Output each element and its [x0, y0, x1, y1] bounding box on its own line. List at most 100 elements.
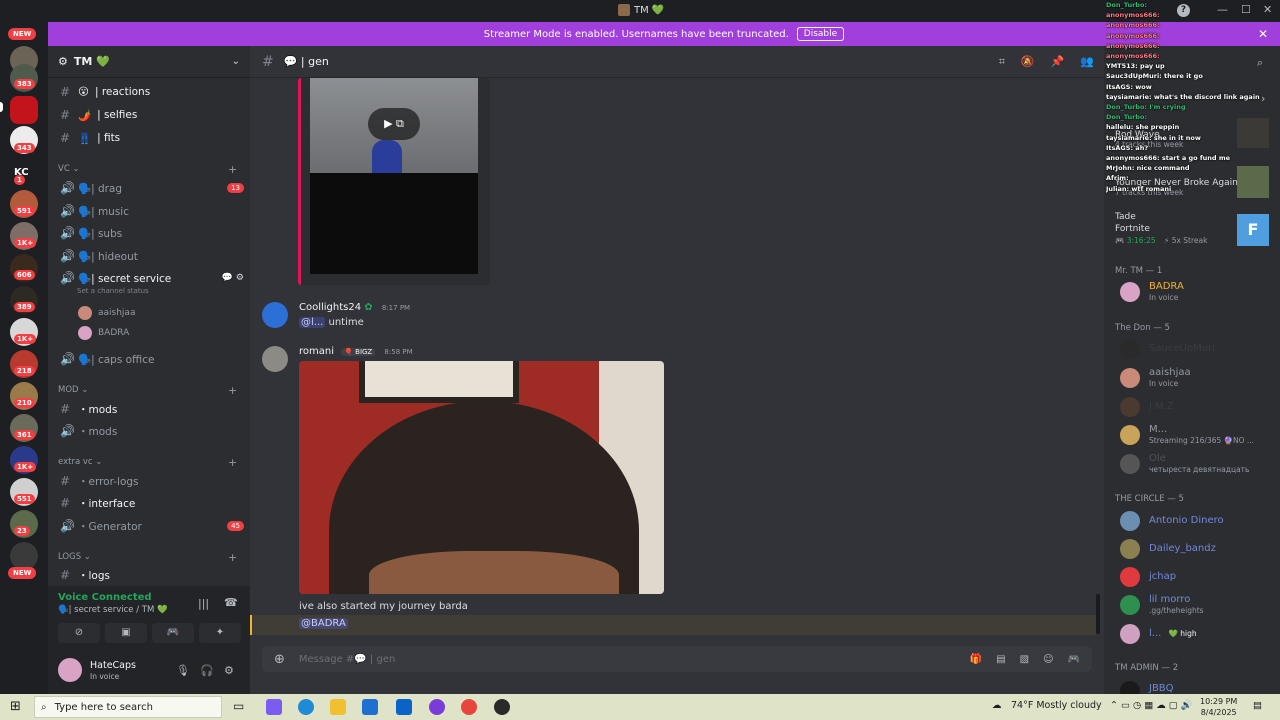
settings-gear-icon[interactable]: ⚙ — [224, 664, 234, 677]
play-icon[interactable]: ▶ ⧉ — [368, 108, 420, 140]
avatar[interactable] — [58, 658, 82, 682]
member-item[interactable]: lil morro .gg/theheights — [1120, 592, 1278, 618]
image-attachment[interactable] — [299, 361, 664, 594]
category-logs[interactable]: LOGS ⌄ + — [58, 551, 237, 564]
task-view-icon[interactable]: ▭ — [233, 699, 244, 713]
threads-icon[interactable]: ⌗ — [999, 55, 1005, 69]
member-item[interactable]: Dailey_bandz — [1120, 536, 1278, 562]
mention[interactable]: @BADRA — [299, 618, 348, 629]
copilot-icon[interactable] — [266, 699, 282, 715]
member-item[interactable]: SauceUpMuri — [1120, 336, 1278, 362]
maximize-button[interactable]: ☐ — [1241, 3, 1251, 16]
chevron-right-icon[interactable]: › — [1261, 92, 1265, 105]
gift-icon[interactable]: 🎁 — [970, 654, 982, 665]
help-icon[interactable]: ? — [1177, 4, 1190, 17]
voice-channel-drag[interactable]: 🔊 🗣️| drag 13 — [54, 178, 244, 198]
voice-status-title[interactable]: Voice Connected — [58, 592, 152, 603]
category-vc[interactable]: VC ⌄ + — [58, 163, 237, 176]
category-mod[interactable]: MOD ⌄ + — [58, 384, 237, 397]
store-icon[interactable] — [362, 699, 378, 715]
voice-channel-caps-office[interactable]: 🔊 🗣️| caps office — [54, 349, 244, 369]
members-icon[interactable]: 👥 — [1080, 55, 1094, 69]
channel-fits[interactable]: # 👖 | fits — [54, 128, 244, 148]
emoji-icon[interactable]: ☺ — [1043, 654, 1053, 665]
server-header[interactable]: ⚙ TM 💚 ⌄ — [48, 46, 250, 78]
close-window-button[interactable]: ✕ — [1263, 3, 1272, 16]
disable-button[interactable]: Disable — [796, 27, 845, 41]
windows-start-icon[interactable]: ⊞ — [10, 699, 21, 714]
soundboard-button[interactable]: ✦ — [199, 623, 241, 643]
apps-icon[interactable]: 🎮 — [1068, 654, 1080, 665]
app-icon[interactable] — [429, 699, 445, 715]
member-item[interactable]: jchap — [1120, 564, 1278, 590]
noise-suppression-icon[interactable]: ||| — [198, 597, 209, 610]
voice-channel-hideout[interactable]: 🔊 🗣️| hideout — [54, 246, 244, 266]
voice-channel-music[interactable]: 🔊 🗣️| music — [54, 201, 244, 221]
avatar[interactable] — [262, 346, 288, 372]
voice-user[interactable]: aaishjaa — [78, 306, 135, 320]
microphone-icon[interactable]: 🎙 — [176, 664, 190, 677]
channel-actions-icon[interactable]: 💬 ⚙ — [222, 273, 244, 283]
edge-icon[interactable] — [298, 699, 314, 715]
weather-icon[interactable]: ☁ — [992, 700, 1002, 711]
screen-share-button[interactable]: ▣ — [105, 623, 147, 643]
add-channel-icon[interactable]: + — [228, 551, 237, 564]
headphones-icon[interactable]: 🎧 — [200, 664, 214, 677]
video-thumbnail[interactable]: ▶ ⧉ — [310, 78, 478, 274]
channel-logs[interactable]: # ・logs — [54, 565, 244, 585]
member-item[interactable]: Ole четыреста девятнадцать — [1120, 451, 1278, 477]
member-item[interactable]: BADRA In voice — [1120, 279, 1278, 305]
notification-icon[interactable]: ▤ — [1253, 700, 1262, 711]
clock[interactable]: 10:29 PM 8/4/2025 — [1200, 696, 1237, 718]
channel-interface[interactable]: # ・interface — [54, 493, 244, 513]
server-icon[interactable] — [10, 96, 38, 124]
member-item[interactable]: l... 💚 high — [1120, 621, 1278, 647]
voice-status-subtitle[interactable]: 🗣️| secret service / TM 💚 — [58, 605, 168, 615]
username[interactable]: HateCaps — [90, 660, 136, 671]
search-icon[interactable]: ⌕ — [1257, 56, 1263, 70]
minimize-button[interactable]: — — [1217, 3, 1228, 16]
message-input[interactable]: ⊕ Message #💬 | gen 🎁 ▤ ▧ ☺ 🎮 — [262, 646, 1092, 672]
chrome-icon[interactable] — [461, 699, 477, 715]
gif-icon[interactable]: ▤ — [996, 654, 1005, 665]
voice-user[interactable]: BADRA — [78, 326, 129, 340]
avatar[interactable] — [262, 302, 288, 328]
mute-icon[interactable]: 🔕 — [1021, 55, 1035, 69]
discord-app-icon[interactable] — [494, 699, 510, 715]
channel-mods[interactable]: # ・mods — [54, 399, 244, 419]
member-item[interactable]: M... Streaming 216/365 🔮NO ... — [1120, 422, 1278, 448]
system-tray-icons[interactable]: ⌃ ▭ ◷ ▦ ☁ ▢ 🔊 — [1110, 700, 1193, 711]
voice-channel-subs[interactable]: 🔊 🗣️| subs — [54, 223, 244, 243]
message-author[interactable]: Coollights24 ✿ 8:17 PM — [299, 302, 410, 313]
server-icon[interactable] — [10, 542, 38, 570]
close-icon[interactable]: ✕ — [1258, 27, 1268, 41]
disconnect-icon[interactable]: ☎ — [224, 596, 238, 609]
channel-selfies[interactable]: # 🌶️ | selfies — [54, 105, 244, 125]
taskbar-search[interactable]: ⌕ Type here to search — [34, 696, 222, 718]
voice-channel-mods[interactable]: 🔊 ・mods — [54, 421, 244, 441]
pin-icon[interactable]: 📌 — [1051, 55, 1065, 69]
member-item[interactable]: Antonio Dinero — [1120, 508, 1278, 534]
add-channel-icon[interactable]: + — [228, 384, 237, 397]
add-channel-icon[interactable]: + — [228, 456, 237, 469]
add-channel-icon[interactable]: + — [228, 163, 237, 176]
member-item[interactable]: JBBQ — [1120, 678, 1278, 694]
scrollbar[interactable] — [1096, 594, 1100, 634]
camera-off-button[interactable]: ⊘ — [58, 623, 100, 643]
voice-channel-secret-service[interactable]: 🔊 🗣️| secret service 💬 ⚙ — [54, 268, 244, 288]
voice-channel-generator[interactable]: 🔊 ・Generator 45 — [54, 516, 244, 536]
file-explorer-icon[interactable] — [330, 699, 346, 715]
channel-error-logs[interactable]: # ・error-logs — [54, 471, 244, 491]
activity-button[interactable]: 🎮 — [152, 623, 194, 643]
sticker-icon[interactable]: ▧ — [1020, 654, 1029, 665]
message-author[interactable]: romani 🎈 BIGZ 8:58 PM — [299, 346, 413, 357]
weather-text[interactable]: 74°F Mostly cloudy — [1011, 700, 1102, 711]
member-item[interactable]: aaishjaa In voice — [1120, 365, 1278, 391]
member-item[interactable]: J.M.Z — [1120, 394, 1278, 420]
outlook-icon[interactable] — [396, 699, 412, 715]
mention[interactable]: @l... — [299, 317, 326, 328]
channel-status[interactable]: Set a channel status — [77, 287, 149, 295]
channel-reactions[interactable]: # 😮 | reactions — [54, 82, 244, 102]
add-attachment-icon[interactable]: ⊕ — [274, 652, 285, 667]
category-extra-vc[interactable]: extra vc ⌄ + — [58, 456, 237, 469]
